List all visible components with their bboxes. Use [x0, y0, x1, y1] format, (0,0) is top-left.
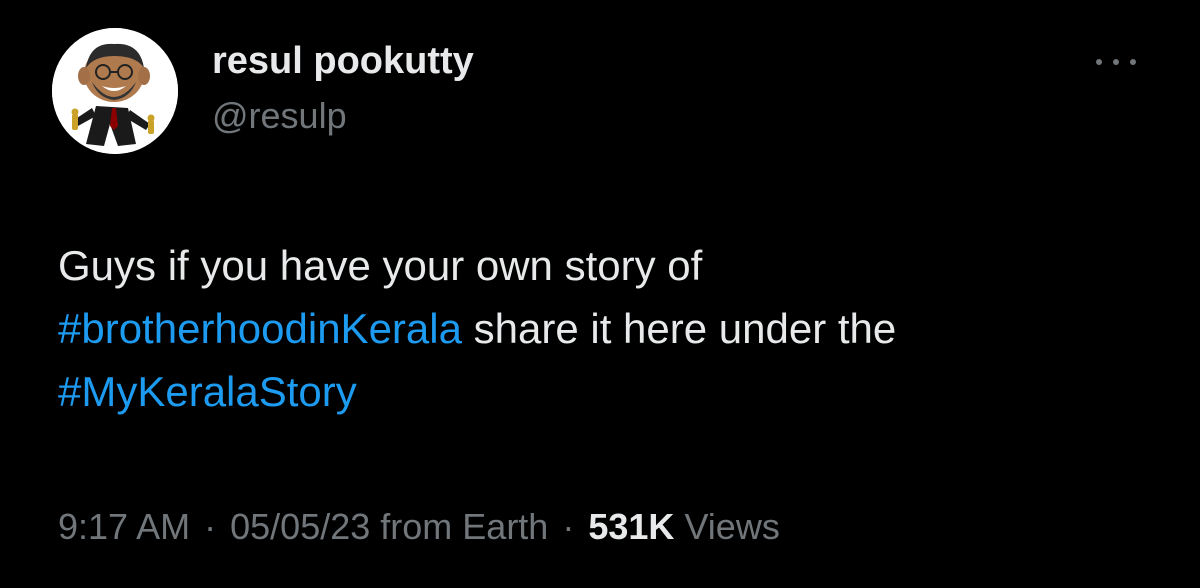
- views-count[interactable]: 531K: [588, 506, 674, 547]
- hashtag-link[interactable]: #MyKeralaStory: [58, 368, 357, 415]
- dot: [1113, 59, 1119, 65]
- tweet-line-1: Guys if you have your own story of: [58, 242, 703, 289]
- tweet-line-2: #brotherhoodinKerala share it here under…: [58, 297, 1158, 360]
- separator: ·: [204, 506, 217, 547]
- tweet-text: Guys if you have your own story of #brot…: [58, 234, 1158, 423]
- tweet-metadata: 9:17 AM · 05/05/23 from Earth · 531K Vie…: [58, 504, 780, 550]
- hashtag-link[interactable]: #brotherhoodinKerala: [58, 305, 462, 352]
- tweet-date[interactable]: 05/05/23: [230, 506, 370, 547]
- tweet-source: from Earth: [380, 506, 549, 547]
- tweet-line-2-text: share it here under the: [461, 305, 897, 352]
- views-label: Views: [684, 506, 780, 547]
- separator: ·: [562, 506, 575, 547]
- tweet-line-3: #MyKeralaStory: [58, 360, 1158, 423]
- author-name[interactable]: resul pookutty: [212, 38, 474, 84]
- avatar[interactable]: [52, 28, 178, 154]
- dot: [1130, 59, 1136, 65]
- tweet-card: resul pookutty @resulp Guys if you have …: [0, 0, 1200, 588]
- more-options-icon[interactable]: [1092, 50, 1140, 74]
- dot: [1096, 59, 1102, 65]
- tweet-time[interactable]: 9:17 AM: [58, 506, 190, 547]
- caricature-avatar-icon: [52, 28, 178, 154]
- author-handle[interactable]: @resulp: [212, 94, 347, 138]
